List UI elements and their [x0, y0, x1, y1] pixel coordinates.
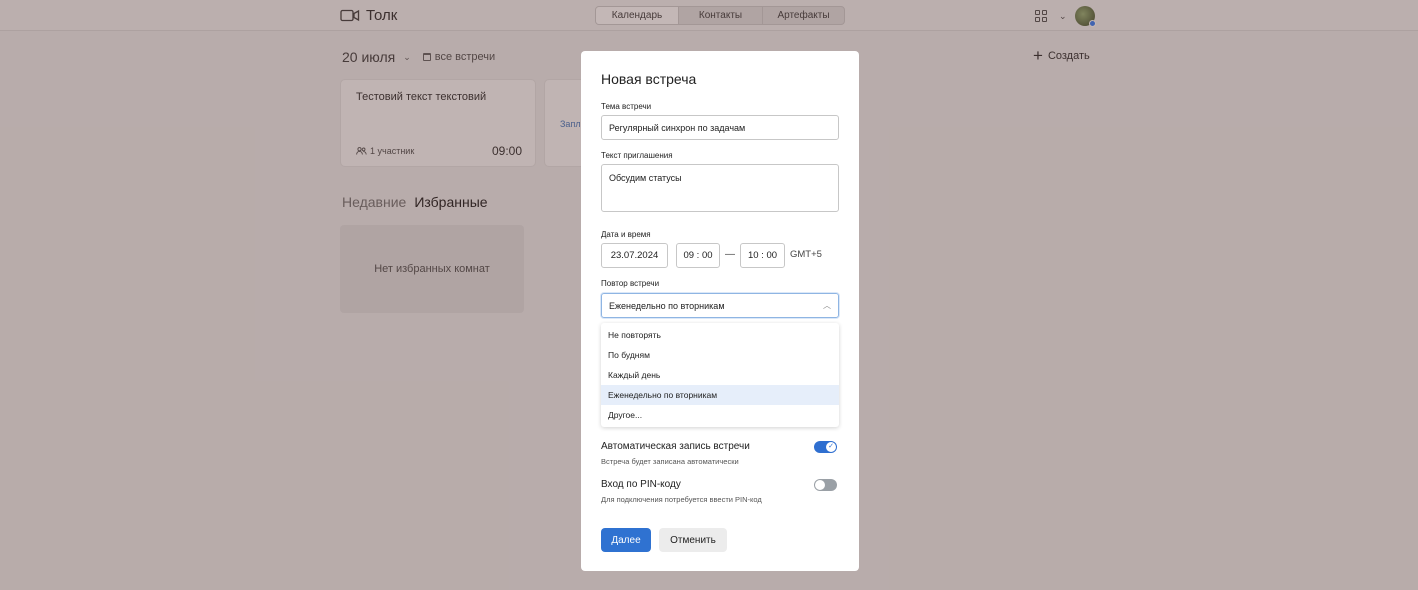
repeat-select[interactable]: Еженедельно по вторникам ︿: [601, 293, 839, 318]
repeat-option-other[interactable]: Другое...: [601, 405, 839, 425]
new-meeting-dialog: Новая встреча Тема встречи Регулярный си…: [581, 51, 859, 571]
next-button[interactable]: Далее: [601, 528, 651, 552]
auto-record-subtitle: Встреча будет записана автоматически: [601, 457, 739, 466]
chevron-up-icon[interactable]: ︿: [823, 300, 831, 311]
toggle-knob: ✓: [826, 442, 836, 452]
toggle-knob: [815, 480, 825, 490]
topic-label: Тема встречи: [601, 102, 652, 111]
dialog-title: Новая встреча: [601, 71, 697, 87]
end-time-input[interactable]: 10 : 00: [740, 243, 785, 268]
check-icon: ✓: [828, 443, 834, 450]
repeat-option-none[interactable]: Не повторять: [601, 325, 839, 345]
auto-record-toggle[interactable]: ✓: [814, 441, 837, 453]
repeat-option-weekdays[interactable]: По будням: [601, 345, 839, 365]
datetime-label: Дата и время: [601, 230, 651, 239]
topic-input[interactable]: Регулярный синхрон по задачам: [601, 115, 839, 140]
repeat-label: Повтор встречи: [601, 279, 660, 288]
pin-login-title: Вход по PIN-коду: [601, 479, 681, 490]
timezone-label: GMT+5: [790, 249, 822, 260]
date-input[interactable]: 23.07.2024: [601, 243, 668, 268]
start-time-input[interactable]: 09 : 00: [676, 243, 720, 268]
repeat-selected-value: Еженедельно по вторникам: [609, 300, 725, 311]
pin-login-toggle[interactable]: [814, 479, 837, 491]
cancel-button[interactable]: Отменить: [659, 528, 727, 552]
repeat-option-weekly-tuesday[interactable]: Еженедельно по вторникам: [601, 385, 839, 405]
repeat-option-daily[interactable]: Каждый день: [601, 365, 839, 385]
invite-label: Текст приглашения: [601, 151, 673, 160]
time-separator: —: [725, 249, 735, 260]
invite-textarea[interactable]: Обсудим статусы: [601, 164, 839, 212]
repeat-dropdown: Не повторять По будням Каждый день Ежене…: [601, 323, 839, 427]
pin-login-subtitle: Для подключения потребуется ввести PIN-к…: [601, 495, 762, 504]
auto-record-title: Автоматическая запись встречи: [601, 441, 750, 452]
